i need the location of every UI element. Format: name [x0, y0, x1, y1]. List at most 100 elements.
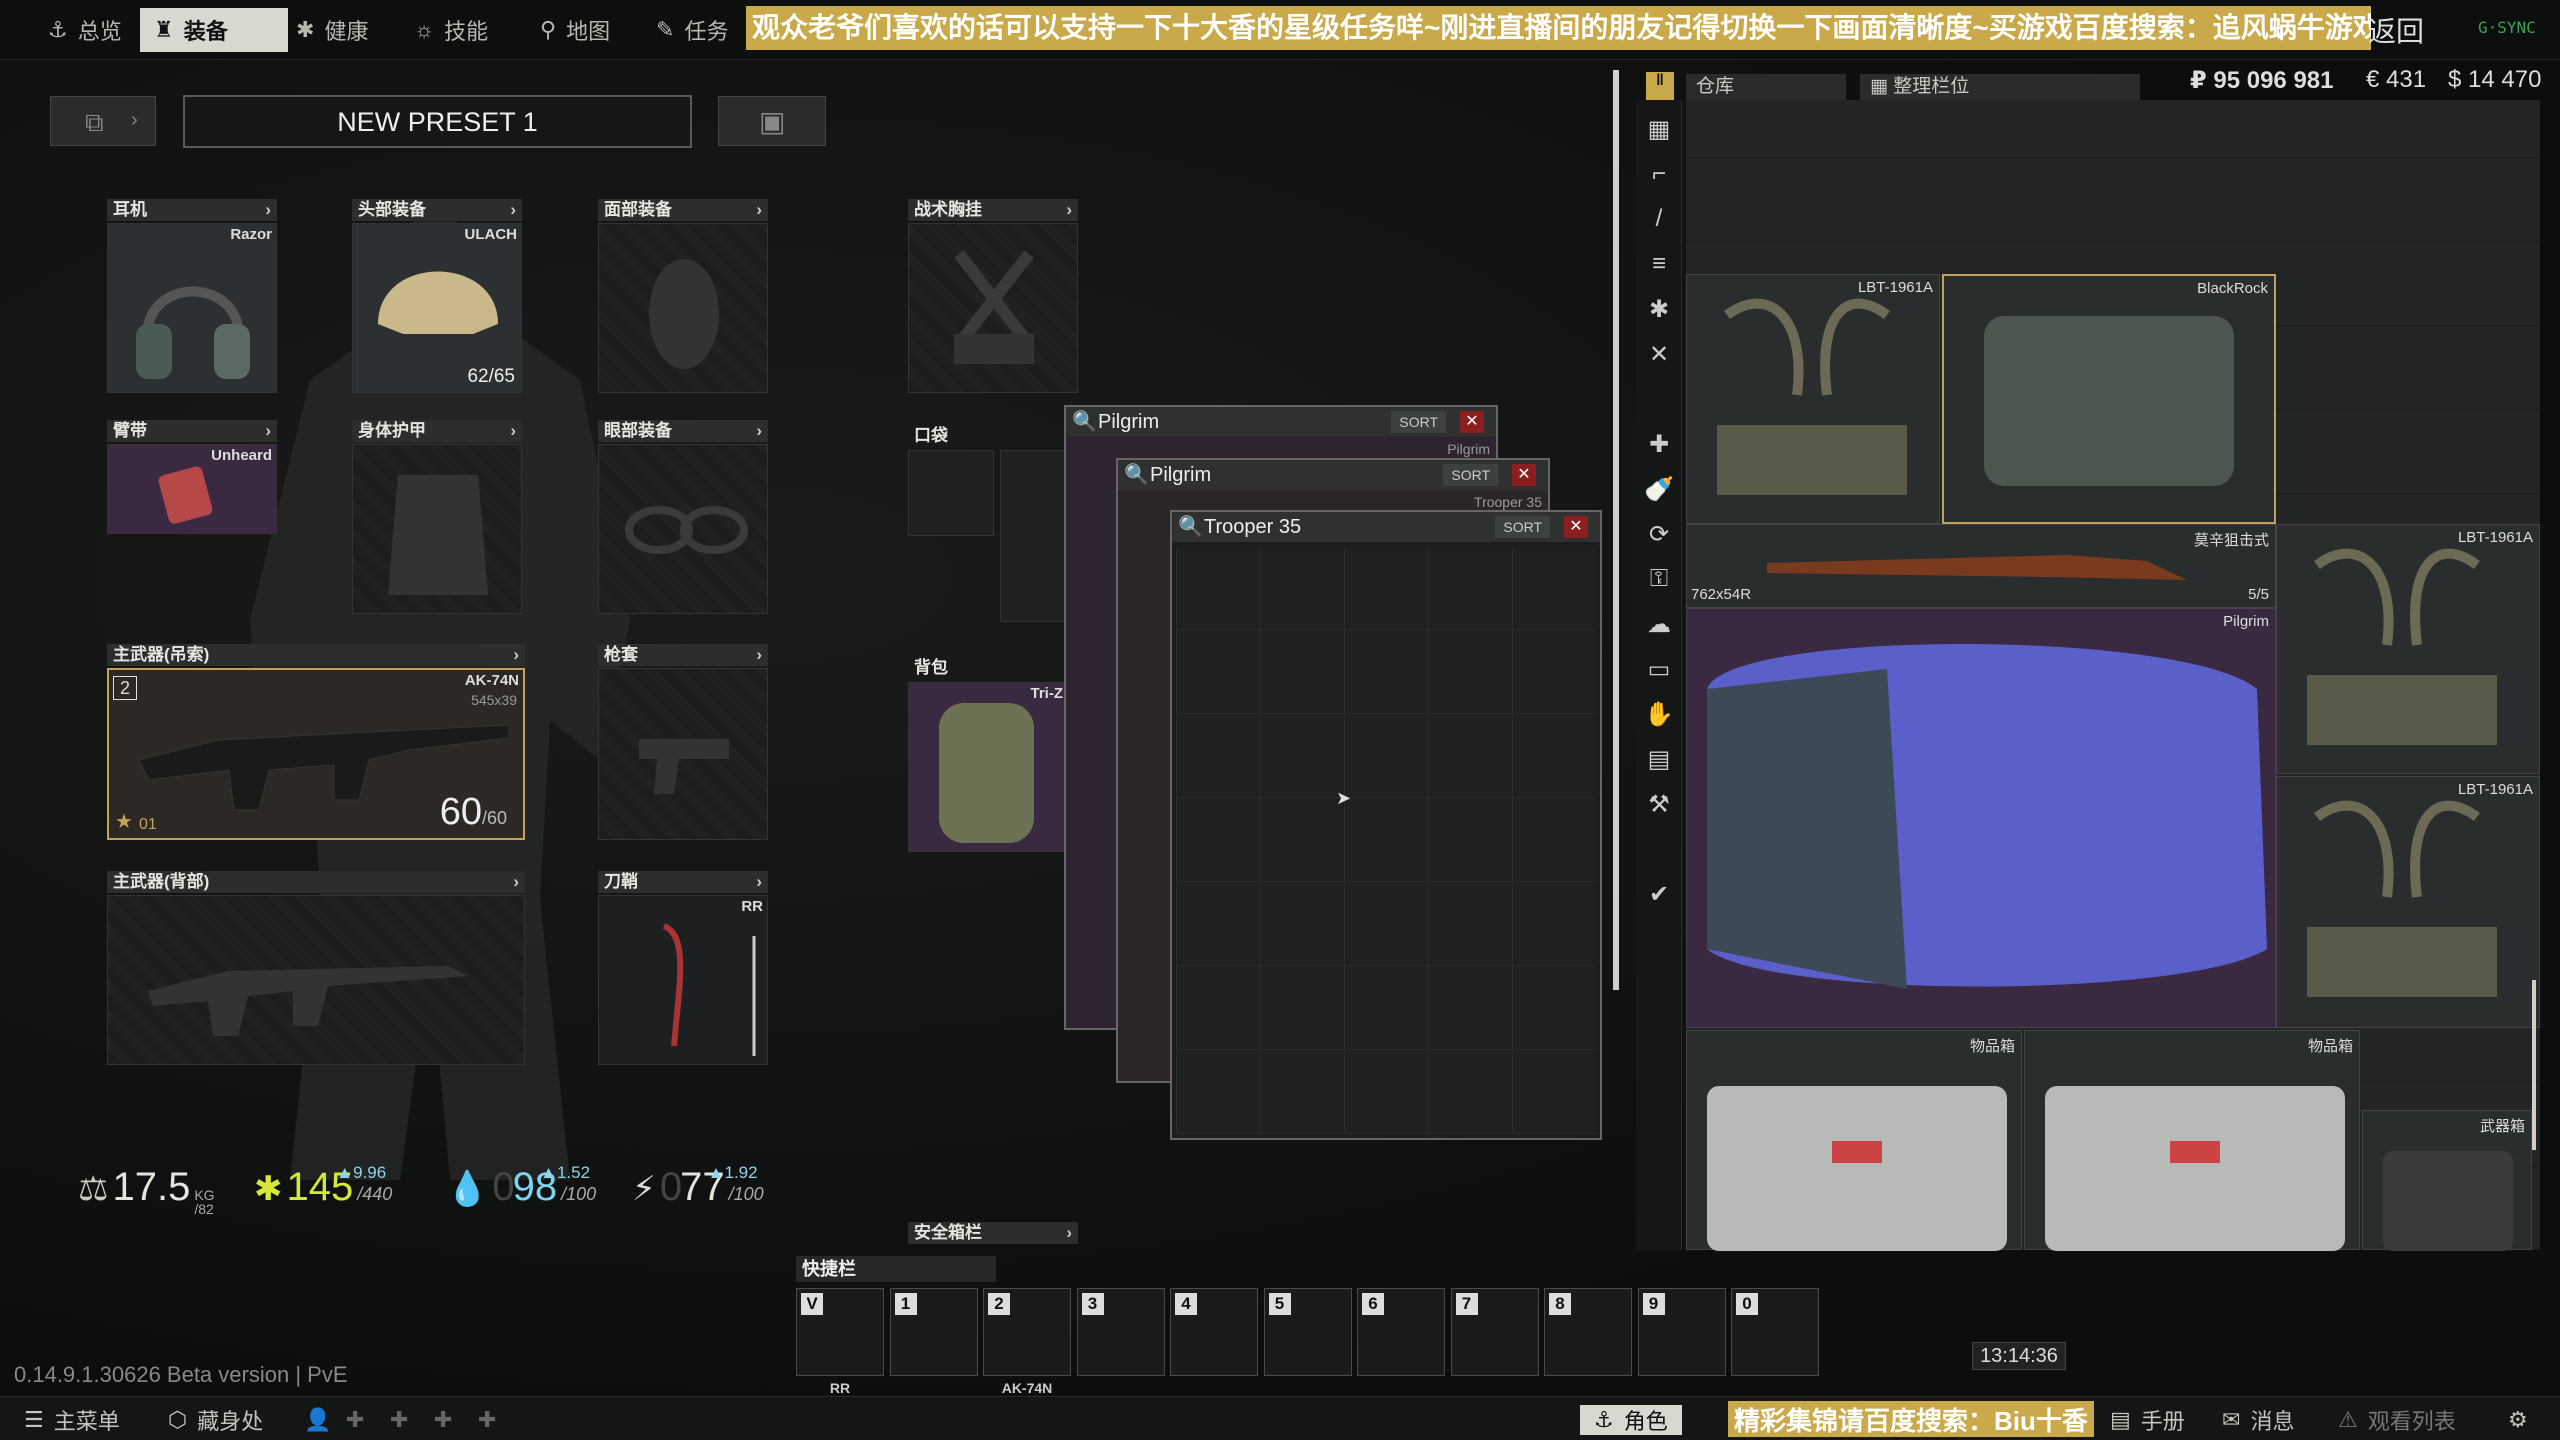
slot-scabbard[interactable]: RR — [598, 895, 768, 1065]
quickbar-slot[interactable]: 9 — [1637, 1288, 1726, 1376]
slot-header-armband[interactable]: 臂带 › — [107, 420, 277, 442]
slot-header-facecover[interactable]: 面部装备 › — [598, 199, 768, 221]
pocket-slot[interactable] — [1000, 450, 1066, 622]
character-button[interactable]: ⚓ 角色 — [1580, 1405, 1682, 1435]
provisions-filter-icon[interactable]: 🍼 — [1640, 470, 1678, 508]
stash-item-weapon-case[interactable]: 武器箱 — [2362, 1110, 2532, 1251]
containers-filter-icon[interactable]: ▭ — [1640, 650, 1678, 688]
stash-item-case-2[interactable]: 物品箱 — [2024, 1030, 2360, 1251]
stash-item-rig[interactable]: LBT-1961A — [1686, 274, 1940, 524]
main-menu-button[interactable]: ☰ 主菜单 — [24, 1405, 120, 1435]
slot-header-secure[interactable]: 安全箱栏 › — [908, 1222, 1078, 1244]
quickbar-slot[interactable]: V — [796, 1288, 884, 1376]
slot-eyewear[interactable] — [598, 444, 768, 614]
slot-header-primary-back[interactable]: 主武器(背部) › — [107, 871, 525, 893]
slot-header-holster[interactable]: 枪套 › — [598, 644, 768, 666]
stash-item-rifle[interactable]: 莫辛狙击式 762x54R 5/5 — [1686, 524, 2276, 608]
add-friend-slot[interactable]: ✚ — [478, 1405, 496, 1435]
quickbar-slot[interactable]: 8 — [1544, 1288, 1632, 1376]
scrollbar[interactable] — [1613, 70, 1619, 990]
stash-item-blackrock[interactable]: BlackRock — [1942, 274, 2276, 524]
quickbar-slot[interactable]: 4 — [1170, 1288, 1258, 1376]
pocket-slot[interactable] — [908, 450, 994, 536]
profile-button[interactable]: 👤 — [304, 1405, 331, 1435]
slot-headwear[interactable]: ULACH 62/65 — [352, 223, 522, 393]
quickbar-slot[interactable]: 7 — [1450, 1288, 1539, 1376]
settings-button[interactable]: ⚙ — [2508, 1405, 2528, 1435]
slot-primary-sling[interactable]: 2 AK-74N 545x39 ★ 01 60/60 — [107, 668, 525, 840]
sort-button[interactable]: SORT — [1443, 464, 1498, 486]
tab-map[interactable]: ⚲ 地图 — [526, 8, 624, 52]
slot-header-tactical-rig[interactable]: 战术胸挂 › — [908, 199, 1078, 221]
add-friend-slot[interactable]: ✚ — [434, 1405, 452, 1435]
sort-table-tab[interactable]: ▦ 整理栏位 — [1860, 74, 2140, 100]
preset-name-field[interactable]: NEW PRESET 1 — [183, 95, 692, 148]
quickbar-slot[interactable]: 6 — [1357, 1288, 1445, 1376]
slot-header-scabbard[interactable]: 刀鞘 › — [598, 871, 768, 893]
quest-filter-icon[interactable]: ✔ — [1640, 875, 1678, 913]
stash-item-rig-2[interactable]: LBT-1961A — [2276, 524, 2540, 774]
stash-item-case[interactable]: 物品箱 — [1686, 1030, 2022, 1251]
hand-filter-icon[interactable]: ✋ — [1640, 695, 1678, 733]
medical-filter-icon[interactable]: ✚ — [1640, 425, 1678, 463]
slot-body-armor[interactable] — [352, 444, 522, 614]
close-button[interactable]: ✕ — [1460, 411, 1484, 433]
quickbar-slot[interactable]: 2 — [983, 1288, 1071, 1376]
close-icon: ✕ — [1569, 518, 1583, 535]
chevron-right-icon: › — [756, 421, 762, 440]
tab-gear[interactable]: ♜ 装备 — [140, 8, 288, 52]
tab-overview[interactable]: ⚓ 总览 — [34, 8, 136, 52]
slot-earpiece[interactable]: Razor — [107, 223, 277, 393]
slot-header-eyewear[interactable]: 眼部装备 › — [598, 420, 768, 442]
mods-filter-icon[interactable]: ⚒ — [1640, 785, 1678, 823]
save-preset-button[interactable]: ▣ — [718, 96, 826, 146]
watchlist-button[interactable]: ⚠ 观看列表 — [2338, 1405, 2456, 1435]
quickbar-slot[interactable]: 0 — [1731, 1288, 1819, 1376]
slot-facecover[interactable] — [598, 223, 768, 393]
messages-button[interactable]: ✉ 消息 — [2222, 1405, 2294, 1435]
add-friend-slot[interactable]: ✚ — [346, 1405, 364, 1435]
tools-filter-icon[interactable]: ✕ — [1640, 335, 1678, 373]
stash-grid[interactable]: LBT-1961A BlackRock 莫辛狙击式 762x54R 5/5 Pi… — [1686, 100, 2540, 1251]
tab-health[interactable]: ✱ 健康 — [282, 8, 382, 52]
pistol-icon — [639, 739, 729, 794]
back-button[interactable]: 返回 — [2368, 10, 2424, 50]
container-window-trooper[interactable]: 🔍 Trooper 35 SORT ✕ ➤ — [1170, 510, 1602, 1140]
slot-backpack[interactable]: Tri-Z — [908, 682, 1068, 852]
quickbar-slot[interactable]: 3 — [1076, 1288, 1165, 1376]
quickbar-slot[interactable]: 5 — [1263, 1288, 1352, 1376]
armor-filter-icon[interactable]: ☁ — [1640, 605, 1678, 643]
preset-list-button[interactable]: ⧉ › — [50, 96, 156, 146]
sort-button[interactable]: SORT — [1391, 411, 1446, 433]
slot-header-primary-sling[interactable]: 主武器(吊索) › — [107, 644, 525, 666]
stash-scrollbar[interactable] — [2532, 980, 2536, 1150]
slot-header-earpiece[interactable]: 耳机 › — [107, 199, 277, 221]
slot-holster[interactable] — [598, 668, 768, 840]
ammo-filter-icon[interactable]: ≡ — [1640, 245, 1678, 283]
close-button[interactable]: ✕ — [1564, 516, 1588, 538]
stash-tab[interactable]: 仓库 — [1686, 74, 1846, 100]
gear-filter-icon[interactable]: ✱ — [1640, 290, 1678, 328]
quickbar-slot[interactable]: 1 — [889, 1288, 978, 1376]
container-grid[interactable] — [1176, 546, 1596, 1134]
all-items-filter-icon[interactable]: ▦ — [1640, 110, 1678, 148]
tab-tasks[interactable]: ✎ 任务 — [642, 8, 742, 52]
close-button[interactable]: ✕ — [1512, 464, 1536, 486]
slot-primary-back[interactable] — [107, 895, 525, 1065]
hideout-button[interactable]: ⬡ 藏身处 — [168, 1405, 263, 1435]
barter-filter-icon[interactable]: ⟳ — [1640, 515, 1678, 553]
handbook-button[interactable]: ▤ 手册 — [2110, 1405, 2185, 1435]
melee-filter-icon[interactable]: / — [1640, 200, 1678, 238]
add-friend-slot[interactable]: ✚ — [390, 1405, 408, 1435]
tab-skills[interactable]: ☼ 技能 — [400, 8, 502, 52]
slot-header-headwear[interactable]: 头部装备 › — [352, 199, 522, 221]
info-filter-icon[interactable]: ▤ — [1640, 740, 1678, 778]
stash-item-rig-3[interactable]: LBT-1961A — [2276, 776, 2540, 1028]
sort-button[interactable]: SORT — [1495, 516, 1550, 538]
keys-filter-icon[interactable]: ⚿ — [1640, 560, 1678, 598]
slot-tactical-rig[interactable] — [908, 223, 1078, 393]
slot-armband[interactable]: Unheard — [107, 444, 277, 534]
slot-header-body-armor[interactable]: 身体护甲 › — [352, 420, 522, 442]
stash-item-pilgrim[interactable]: Pilgrim — [1686, 608, 2276, 1028]
weapons-filter-icon[interactable]: ⌐ — [1640, 155, 1678, 193]
